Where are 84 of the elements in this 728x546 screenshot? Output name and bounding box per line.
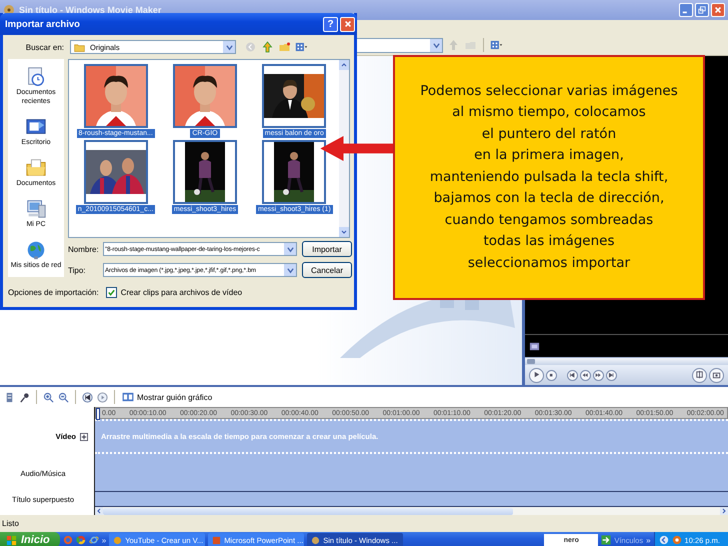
restore-button[interactable] (695, 3, 709, 17)
new-folder-icon[interactable] (278, 41, 291, 53)
more-chevron[interactable]: » (102, 536, 106, 544)
skip-back-icon (569, 372, 576, 378)
forward-button[interactable] (593, 370, 604, 380)
up-arrow-icon[interactable] (261, 41, 274, 53)
play-button[interactable] (529, 368, 544, 382)
checkmark-icon (106, 288, 116, 296)
app-icon (212, 536, 222, 544)
close-button[interactable] (711, 3, 725, 17)
rewind-button[interactable] (580, 370, 591, 380)
checkbox[interactable] (106, 286, 117, 298)
more-chevron[interactable]: » (646, 536, 651, 544)
file-thumbnail[interactable] (84, 64, 148, 128)
minimize-button[interactable] (679, 3, 693, 17)
file-thumbnail[interactable] (172, 64, 237, 128)
scroll-left-icon[interactable] (95, 507, 103, 515)
file-name-label: Nombre: (68, 244, 100, 254)
vertical-scrollbar[interactable] (339, 60, 349, 237)
timeline-track[interactable] (95, 492, 728, 507)
camera-button[interactable] (709, 368, 724, 382)
stop-icon (548, 372, 555, 378)
storyboard-button[interactable]: Mostrar guión gráfico (121, 392, 214, 402)
skip-forward-icon (608, 372, 615, 378)
views-icon[interactable] (295, 41, 308, 53)
split-button[interactable] (692, 368, 707, 382)
close-button[interactable] (340, 16, 355, 32)
app-icon (311, 536, 320, 544)
scroll-right-icon[interactable] (720, 507, 728, 515)
narration-icon[interactable] (4, 392, 15, 402)
folder-icon[interactable] (25, 157, 47, 179)
start-button[interactable]: Inicio (0, 532, 60, 546)
next-frame-button[interactable] (606, 370, 617, 380)
rewind-icon[interactable] (82, 392, 93, 402)
checkbox-label[interactable]: Crear clips para archivos de vídeo (120, 288, 242, 296)
restore-icon (698, 6, 706, 14)
expand-icon[interactable] (80, 432, 88, 440)
file-thumbnail[interactable] (262, 140, 326, 204)
scroll-thumb[interactable] (103, 508, 513, 514)
file-thumbnail[interactable] (84, 140, 148, 204)
app-icon (113, 536, 122, 544)
rewind-icon (582, 372, 589, 378)
callout-text: Podemos seleccionar varias imágenes al mismo tiempo, colocamos el puntero del ratón en la primera imagen, manteniendo pulsada la tecla shift, bajamos con la tecla de dirección, cuando tengamos sombreadas todas las imágenes seleccionamos importar (420, 82, 678, 273)
dialog-title: Importar archivo (5, 18, 80, 30)
status-text: Listo (2, 519, 19, 528)
cancel-button[interactable]: Cancelar (302, 262, 352, 278)
seek-handle[interactable] (527, 359, 535, 364)
scroll-up-icon[interactable] (339, 60, 349, 70)
zoom-out-icon[interactable] (58, 392, 69, 402)
split-icon (694, 370, 704, 380)
windows-flag-icon (6, 534, 17, 546)
import-options-label: Opciones de importación: (8, 288, 99, 296)
playhead-marker[interactable] (96, 408, 100, 420)
folder-icon (74, 42, 85, 52)
arrow-circle-icon[interactable] (658, 535, 669, 545)
close-icon (344, 20, 352, 28)
look-in-label: Buscar en: (24, 42, 64, 52)
previous-frame-button[interactable] (567, 370, 578, 380)
zoom-in-icon[interactable] (43, 392, 54, 402)
microphone-icon[interactable] (19, 392, 30, 402)
storyboard-icon (122, 392, 134, 402)
clock-document-icon[interactable] (25, 66, 47, 88)
window-title: Sin título - Windows Movie Maker (19, 5, 162, 15)
file-thumbnail[interactable] (262, 64, 326, 128)
import-button[interactable]: Importar (302, 241, 352, 257)
internet-explorer-icon[interactable] (88, 535, 99, 545)
stop-button[interactable] (546, 370, 557, 380)
computer-icon[interactable] (25, 198, 47, 220)
close-icon (714, 6, 722, 14)
globe-icon[interactable] (25, 239, 47, 261)
tray-app-icon[interactable] (672, 535, 682, 545)
fast-forward-icon (595, 372, 602, 378)
help-button[interactable]: ? (323, 16, 338, 32)
camera-icon (712, 370, 722, 380)
scroll-down-icon[interactable] (339, 227, 349, 237)
browser-icon[interactable] (76, 535, 86, 545)
go-arrow-icon[interactable] (601, 535, 612, 545)
file-type-label: Tipo: (68, 266, 86, 274)
play-icon (532, 370, 542, 380)
timeline-track[interactable] (95, 454, 728, 492)
full-screen-icon[interactable] (529, 340, 540, 352)
views-icon[interactable] (490, 39, 503, 51)
play-icon[interactable] (97, 392, 108, 402)
file-thumbnail[interactable] (172, 140, 237, 204)
